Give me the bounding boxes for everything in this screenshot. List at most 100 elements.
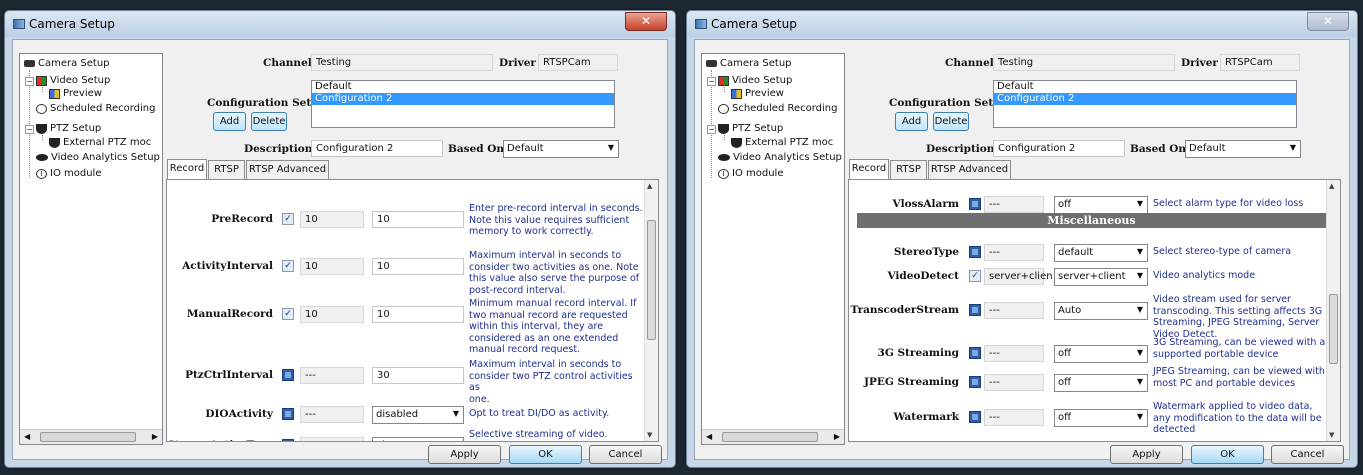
scroll-down-icon[interactable]: ▼ <box>647 431 652 439</box>
scroll-right-icon[interactable]: ▶ <box>152 432 158 441</box>
tree-item-video-setup[interactable]: Video Setup <box>718 75 792 86</box>
tab-rtsp[interactable]: RTSP <box>890 160 927 179</box>
override-checkbox[interactable] <box>969 411 981 423</box>
tree-item-ptz-setup[interactable]: PTZ Setup <box>36 123 101 134</box>
default-value-field: --- <box>984 244 1044 261</box>
tab-record[interactable]: Record <box>167 159 207 179</box>
tree-item-preview[interactable]: Preview <box>49 88 102 99</box>
description-line: 3G Streaming, can be viewed with a <box>1153 337 1326 348</box>
tab-record[interactable]: Record <box>849 159 889 179</box>
override-checkbox-checked[interactable]: ✓ <box>282 308 294 320</box>
expand-video-setup-icon[interactable]: − <box>707 77 716 86</box>
scroll-thumb[interactable] <box>722 432 818 442</box>
tree-item-ptz-setup[interactable]: PTZ Setup <box>718 123 783 134</box>
close-button[interactable]: ✕ <box>1307 12 1349 31</box>
tab-rtsp[interactable]: RTSP <box>208 160 245 179</box>
tree-item-preview[interactable]: Preview <box>731 88 784 99</box>
cancel-button[interactable]: Cancel <box>1271 445 1344 464</box>
based-on-select[interactable]: Default ▼ <box>503 140 619 158</box>
expand-ptz-setup-icon[interactable]: − <box>707 125 716 134</box>
expand-ptz-setup-icon[interactable]: − <box>25 125 34 134</box>
tree-item-io-module[interactable]: I IO module <box>718 168 783 179</box>
value-input[interactable]: 10 <box>372 306 464 323</box>
title-bar[interactable]: Camera Setup ✕ <box>5 11 675 37</box>
tree-horizontal-scrollbar[interactable]: ◀ ▶ <box>20 429 162 444</box>
add-button[interactable]: Add <box>895 112 928 131</box>
tab-rtsp-advanced[interactable]: RTSP Advanced <box>246 160 329 179</box>
config-sets-list[interactable]: Default Configuration 2 <box>993 80 1297 128</box>
override-checkbox[interactable] <box>969 198 981 210</box>
delete-button[interactable]: Delete <box>251 112 287 131</box>
config-set-option[interactable]: Default <box>994 81 1296 93</box>
scroll-left-icon[interactable]: ◀ <box>24 432 30 441</box>
scroll-thumb[interactable] <box>1329 294 1338 364</box>
override-checkbox-checked[interactable]: ✓ <box>282 260 294 272</box>
title-bar[interactable]: Camera Setup ✕ <box>687 11 1357 37</box>
scroll-right-icon[interactable]: ▶ <box>834 432 840 441</box>
based-on-select[interactable]: Default ▼ <box>1185 140 1301 158</box>
value-select[interactable]: always ▼ <box>372 437 464 441</box>
cancel-button[interactable]: Cancel <box>589 445 662 464</box>
tree-horizontal-scrollbar[interactable]: ◀ ▶ <box>702 429 844 444</box>
value-select[interactable]: off ▼ <box>1054 345 1148 363</box>
tree-item-video-analytics[interactable]: Video Analytics Setup <box>718 152 842 163</box>
apply-button[interactable]: Apply <box>1110 445 1183 464</box>
override-checkbox[interactable] <box>969 304 981 316</box>
config-set-option-selected[interactable]: Configuration 2 <box>312 93 614 105</box>
apply-button[interactable]: Apply <box>428 445 501 464</box>
scroll-thumb[interactable] <box>40 432 136 442</box>
override-checkbox-checked[interactable]: ✓ <box>282 213 294 225</box>
override-checkbox[interactable] <box>282 439 294 441</box>
value-input[interactable]: 30 <box>372 367 464 384</box>
close-button[interactable]: ✕ <box>625 12 667 31</box>
override-checkbox[interactable] <box>969 246 981 258</box>
override-checkbox[interactable] <box>969 347 981 359</box>
override-checkbox-checked[interactable]: ✓ <box>969 270 981 282</box>
tree-item-video-analytics[interactable]: Video Analytics Setup <box>36 152 160 163</box>
override-checkbox[interactable] <box>282 369 294 381</box>
tree-item-scheduled-recording[interactable]: Scheduled Recording <box>718 103 838 114</box>
delete-button[interactable]: Delete <box>933 112 969 131</box>
description-input[interactable]: Configuration 2 <box>993 140 1125 157</box>
scroll-down-icon[interactable]: ▼ <box>1329 431 1334 439</box>
config-set-option[interactable]: Default <box>312 81 614 93</box>
add-button[interactable]: Add <box>213 112 246 131</box>
override-checkbox[interactable] <box>969 376 981 388</box>
value-select[interactable]: off ▼ <box>1054 374 1148 392</box>
settings-vertical-scrollbar[interactable]: ▲ ▼ <box>1326 180 1340 441</box>
setting-description: Opt to treat DI/DO as activity. <box>469 408 645 420</box>
value-select[interactable]: disabled ▼ <box>372 406 464 424</box>
chevron-down-icon: ▼ <box>1136 412 1143 421</box>
tab-rtsp-advanced[interactable]: RTSP Advanced <box>928 160 1011 179</box>
tree-item-video-setup[interactable]: Video Setup <box>36 75 110 86</box>
value-select[interactable]: Auto ▼ <box>1054 302 1148 320</box>
channel-label: Channel <box>945 57 994 69</box>
ok-button[interactable]: OK <box>509 445 582 464</box>
value-select[interactable]: off ▼ <box>1054 196 1148 214</box>
tree-item-scheduled-recording[interactable]: Scheduled Recording <box>36 103 156 114</box>
value-input[interactable]: 10 <box>372 211 464 228</box>
tree-item-camera-setup[interactable]: Camera Setup <box>706 58 792 69</box>
scroll-thumb[interactable] <box>647 220 656 340</box>
config-set-option-selected[interactable]: Configuration 2 <box>994 93 1296 105</box>
tree-item-external-ptz[interactable]: External PTZ moc <box>49 137 151 148</box>
override-checkbox[interactable] <box>282 408 294 420</box>
value-select[interactable]: off ▼ <box>1054 409 1148 427</box>
scroll-up-icon[interactable]: ▲ <box>647 182 652 190</box>
description-input[interactable]: Configuration 2 <box>311 140 443 157</box>
default-value-field: 10 <box>300 306 364 323</box>
scroll-up-icon[interactable]: ▲ <box>1329 182 1334 190</box>
value-select[interactable]: server+client ▼ <box>1054 268 1148 286</box>
tree-item-external-ptz[interactable]: External PTZ moc <box>731 137 833 148</box>
tree-item-io-module[interactable]: I IO module <box>36 168 101 179</box>
scroll-left-icon[interactable]: ◀ <box>706 432 712 441</box>
video-setup-icon <box>36 75 47 86</box>
expand-video-setup-icon[interactable]: − <box>25 77 34 86</box>
default-value-field: --- <box>300 406 364 423</box>
value-input[interactable]: 10 <box>372 258 464 275</box>
value-select[interactable]: default ▼ <box>1054 244 1148 262</box>
ok-button[interactable]: OK <box>1191 445 1264 464</box>
tree-item-camera-setup[interactable]: Camera Setup <box>24 58 110 69</box>
config-sets-list[interactable]: Default Configuration 2 <box>311 80 615 128</box>
settings-vertical-scrollbar[interactable]: ▲ ▼ <box>644 180 658 441</box>
